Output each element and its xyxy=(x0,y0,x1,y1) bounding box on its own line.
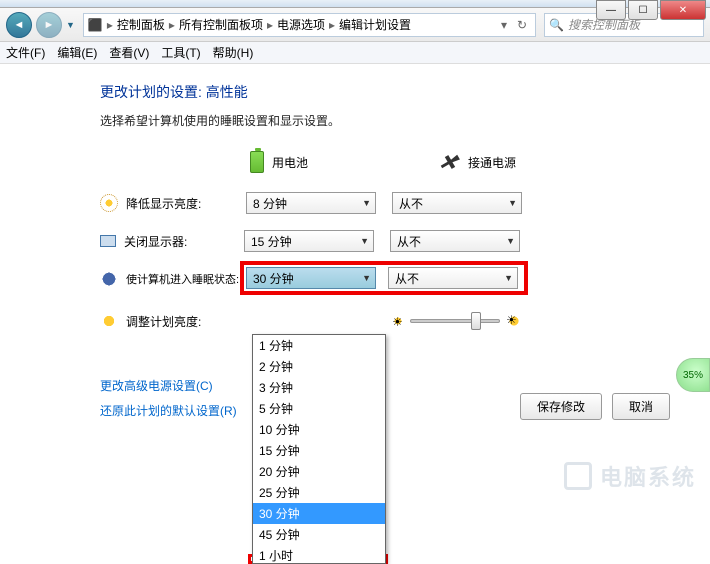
dropdown-option[interactable]: 15 分钟 xyxy=(253,440,385,461)
breadcrumb[interactable]: ⬛ ▸ 控制面板 ▸ 所有控制面板项 ▸ 电源选项 ▸ 编辑计划设置 ▾ ↻ xyxy=(83,13,536,37)
dropdown-option[interactable]: 30 分钟 xyxy=(253,503,385,524)
dropdown-option[interactable]: 3 分钟 xyxy=(253,377,385,398)
row-label: 降低显示亮度: xyxy=(126,195,246,212)
dropdown-option[interactable]: 20 分钟 xyxy=(253,461,385,482)
battery-badge: 35% xyxy=(676,358,710,392)
breadcrumb-item[interactable]: 控制面板 xyxy=(117,16,165,33)
dropdown-menu[interactable]: 1 分钟2 分钟3 分钟5 分钟10 分钟15 分钟20 分钟25 分钟30 分… xyxy=(252,334,386,564)
breadcrumb-item[interactable]: 电源选项 xyxy=(277,16,325,33)
row-label: 关闭显示器: xyxy=(124,233,244,250)
dropdown-value: 30 分钟 xyxy=(253,270,294,287)
chevron-down-icon: ▼ xyxy=(506,236,515,246)
plugged-column-header: 接通电源 xyxy=(440,151,570,173)
column-headers: 用电池 接通电源 xyxy=(250,151,680,173)
chevron-down-icon: ▼ xyxy=(504,273,513,283)
dropdown-option[interactable]: 10 分钟 xyxy=(253,419,385,440)
minimize-button[interactable]: — xyxy=(596,0,626,20)
advanced-settings-link[interactable]: 更改高级电源设置(C) xyxy=(100,377,213,394)
slider-track[interactable] xyxy=(410,319,500,323)
breadcrumb-dropdown-icon[interactable]: ▾ xyxy=(501,18,515,32)
refresh-icon[interactable]: ↻ xyxy=(517,18,531,32)
restore-defaults-link[interactable]: 还原此计划的默认设置(R) xyxy=(100,402,237,419)
chevron-right-icon: ▸ xyxy=(329,18,335,32)
monitor-icon xyxy=(100,235,116,247)
menu-tools[interactable]: 工具(T) xyxy=(161,44,200,61)
row-label: 调整计划亮度: xyxy=(126,313,246,330)
chevron-down-icon: ▼ xyxy=(360,236,369,246)
menu-file[interactable]: 文件(F) xyxy=(6,44,45,61)
menu-edit[interactable]: 编辑(E) xyxy=(57,44,97,61)
search-icon: 🔍 xyxy=(549,18,564,32)
dropdown-value: 从不 xyxy=(395,270,419,287)
watermark: 电脑系统 xyxy=(564,460,696,492)
battery-label: 用电池 xyxy=(272,154,308,171)
chevron-down-icon: ▼ xyxy=(362,198,371,208)
dropdown-value: 从不 xyxy=(397,233,421,250)
watermark-icon xyxy=(564,462,592,490)
dim-icon xyxy=(100,194,118,212)
chevron-down-icon: ▼ xyxy=(508,198,517,208)
dropdown-value: 15 分钟 xyxy=(251,233,292,250)
page-subtitle: 选择希望计算机使用的睡眠设置和显示设置。 xyxy=(100,112,680,129)
row-sleep: 使计算机进入睡眠状态: 30 分钟 ▼ 从不 ▼ xyxy=(100,267,680,291)
chevron-down-icon: ▼ xyxy=(362,273,371,283)
row-label: 使计算机进入睡眠状态: xyxy=(126,271,244,287)
control-panel-icon: ⬛ xyxy=(88,18,103,32)
history-dropdown-icon[interactable]: ▼ xyxy=(66,20,75,30)
chevron-right-icon: ▸ xyxy=(107,18,113,32)
display-off-battery-dropdown[interactable]: 15 分钟 ▼ xyxy=(244,230,374,252)
menu-help[interactable]: 帮助(H) xyxy=(213,44,254,61)
breadcrumb-item[interactable]: 所有控制面板项 xyxy=(179,16,263,33)
slider-thumb[interactable] xyxy=(471,312,481,330)
save-button[interactable]: 保存修改 xyxy=(520,393,602,420)
dropdown-option[interactable]: 5 分钟 xyxy=(253,398,385,419)
dropdown-option[interactable]: 1 分钟 xyxy=(253,335,385,356)
chevron-right-icon: ▸ xyxy=(169,18,175,32)
menubar: 文件(F) 编辑(E) 查看(V) 工具(T) 帮助(H) xyxy=(0,42,710,64)
window-controls: — ☐ ✕ xyxy=(596,0,706,20)
sleep-plugged-dropdown[interactable]: 从不 ▼ xyxy=(388,267,518,289)
row-dim-display: 降低显示亮度: 8 分钟 ▼ 从不 ▼ xyxy=(100,191,680,215)
battery-icon xyxy=(250,151,264,173)
plug-icon xyxy=(438,151,462,173)
dim-plugged-dropdown[interactable]: 从不 ▼ xyxy=(392,192,522,214)
forward-button[interactable]: ► xyxy=(36,12,62,38)
row-brightness: 调整计划亮度: ☀ ☀ xyxy=(100,309,680,333)
dropdown-option[interactable]: 2 分钟 xyxy=(253,356,385,377)
brightness-plugged-slider[interactable]: ☀ ☀ xyxy=(392,313,522,329)
brightness-icon xyxy=(100,312,118,330)
back-button[interactable]: ◄ xyxy=(6,12,32,38)
menu-view[interactable]: 查看(V) xyxy=(109,44,149,61)
cancel-button[interactable]: 取消 xyxy=(612,393,670,420)
row-display-off: 关闭显示器: 15 分钟 ▼ 从不 ▼ xyxy=(100,229,680,253)
titlebar: — ☐ ✕ xyxy=(0,0,710,8)
sun-large-icon: ☀ xyxy=(506,313,522,329)
dropdown-option[interactable]: 45 分钟 xyxy=(253,524,385,545)
dim-battery-dropdown[interactable]: 8 分钟 ▼ xyxy=(246,192,376,214)
breadcrumb-item[interactable]: 编辑计划设置 xyxy=(339,16,411,33)
sleep-icon xyxy=(100,270,118,288)
close-button[interactable]: ✕ xyxy=(660,0,706,20)
sun-small-icon: ☀ xyxy=(392,315,404,327)
display-off-plugged-dropdown[interactable]: 从不 ▼ xyxy=(390,230,520,252)
page-title: 更改计划的设置: 高性能 xyxy=(100,82,680,102)
dropdown-option[interactable]: 1 小时 xyxy=(253,545,385,564)
maximize-button[interactable]: ☐ xyxy=(628,0,658,20)
button-row: 保存修改 取消 xyxy=(520,393,670,420)
battery-column-header: 用电池 xyxy=(250,151,380,173)
dropdown-value: 从不 xyxy=(399,195,423,212)
annotation-highlight: 30 分钟 ▼ 从不 ▼ xyxy=(240,261,528,295)
chevron-right-icon: ▸ xyxy=(267,18,273,32)
content: 更改计划的设置: 高性能 选择希望计算机使用的睡眠设置和显示设置。 用电池 接通… xyxy=(0,64,710,437)
sleep-battery-dropdown[interactable]: 30 分钟 ▼ xyxy=(246,267,376,289)
watermark-text: 电脑系统 xyxy=(600,460,696,492)
plugged-label: 接通电源 xyxy=(468,154,516,171)
dropdown-value: 8 分钟 xyxy=(253,195,287,212)
